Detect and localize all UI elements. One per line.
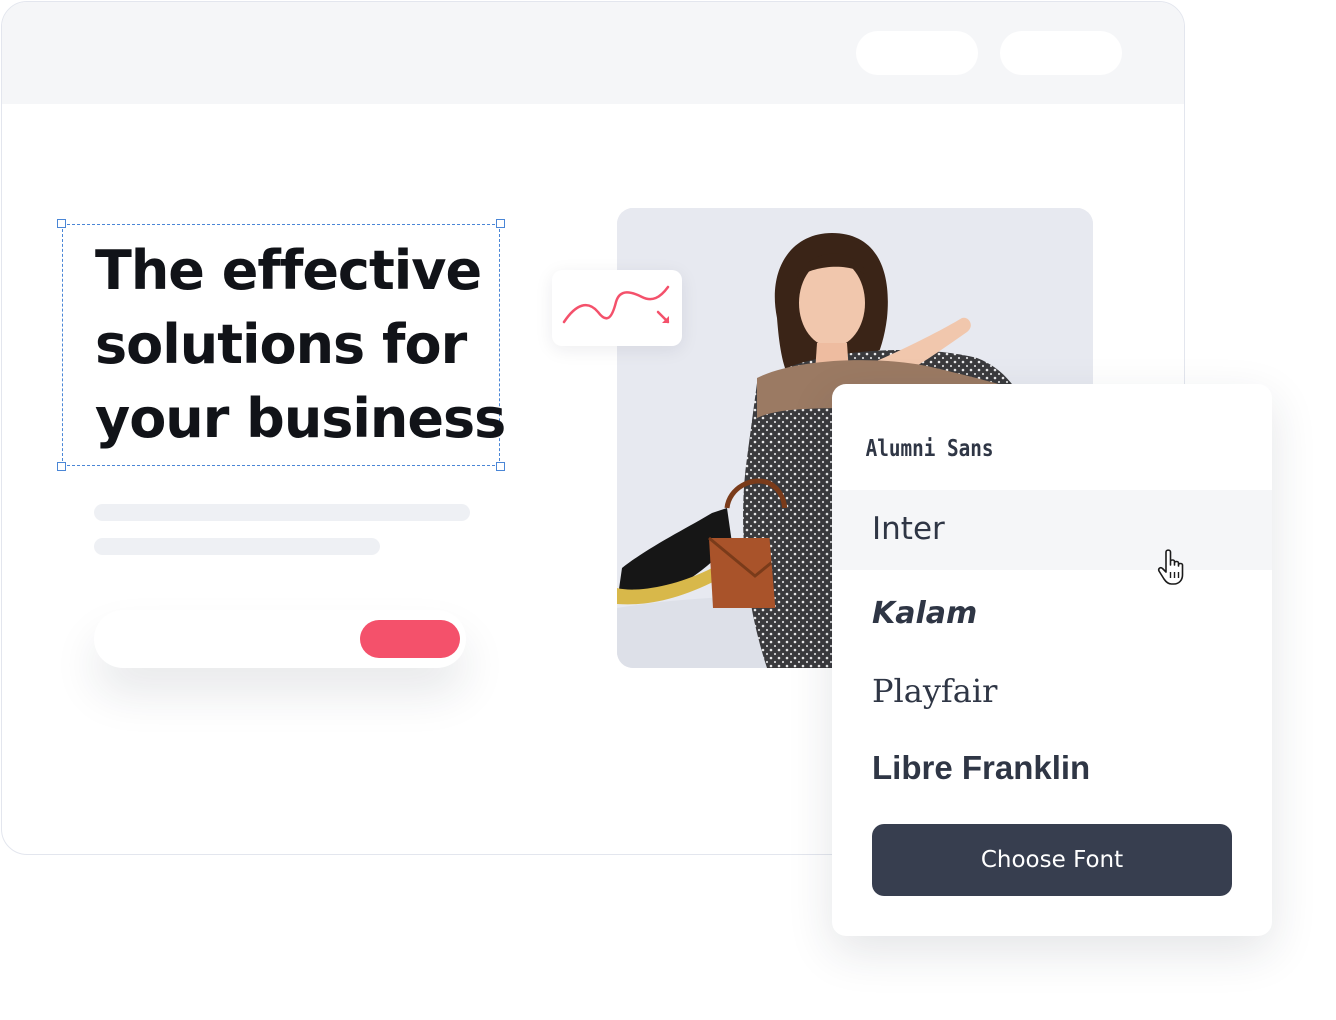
choose-font-button[interactable]: Choose Font: [872, 824, 1232, 896]
font-option-label: Inter: [872, 511, 945, 547]
font-option-label: Libre Franklin: [872, 749, 1091, 786]
font-option-alumni-sans[interactable]: Alumni Sans: [832, 424, 1202, 474]
font-option-label: Kalam: [872, 596, 978, 631]
trend-line-icon: [562, 285, 670, 324]
font-picker-panel: Alumni Sans Inter Kalam Playfair Libre F…: [832, 384, 1272, 936]
hero-headline[interactable]: The effective solutions for your busines…: [95, 234, 535, 456]
font-option-label: Playfair: [872, 672, 998, 710]
font-option-inter[interactable]: Inter: [832, 490, 1272, 570]
headline-line-2: solutions for: [95, 313, 467, 376]
hand-pointer-icon: [1157, 549, 1184, 585]
toolbar-pill-1[interactable]: [856, 31, 978, 75]
font-option-libre-franklin[interactable]: Libre Franklin: [832, 743, 1272, 793]
font-option-playfair[interactable]: Playfair: [832, 666, 1272, 716]
headline-line-1: The effective: [95, 239, 482, 302]
text-placeholder-line-1: [94, 504, 470, 521]
trend-card: [552, 270, 682, 346]
cta-button[interactable]: [360, 620, 460, 658]
resize-handle-top-right[interactable]: [496, 219, 505, 228]
resize-handle-bottom-right[interactable]: [496, 462, 505, 471]
text-placeholder-line-2: [94, 538, 380, 555]
font-option-label: Alumni Sans: [865, 436, 994, 462]
font-option-kalam[interactable]: Kalam: [832, 589, 1272, 639]
browser-toolbar: [2, 2, 1184, 104]
resize-handle-top-left[interactable]: [57, 219, 66, 228]
resize-handle-bottom-left[interactable]: [57, 462, 66, 471]
toolbar-pill-2[interactable]: [1000, 31, 1122, 75]
headline-line-3: your business: [95, 387, 506, 450]
